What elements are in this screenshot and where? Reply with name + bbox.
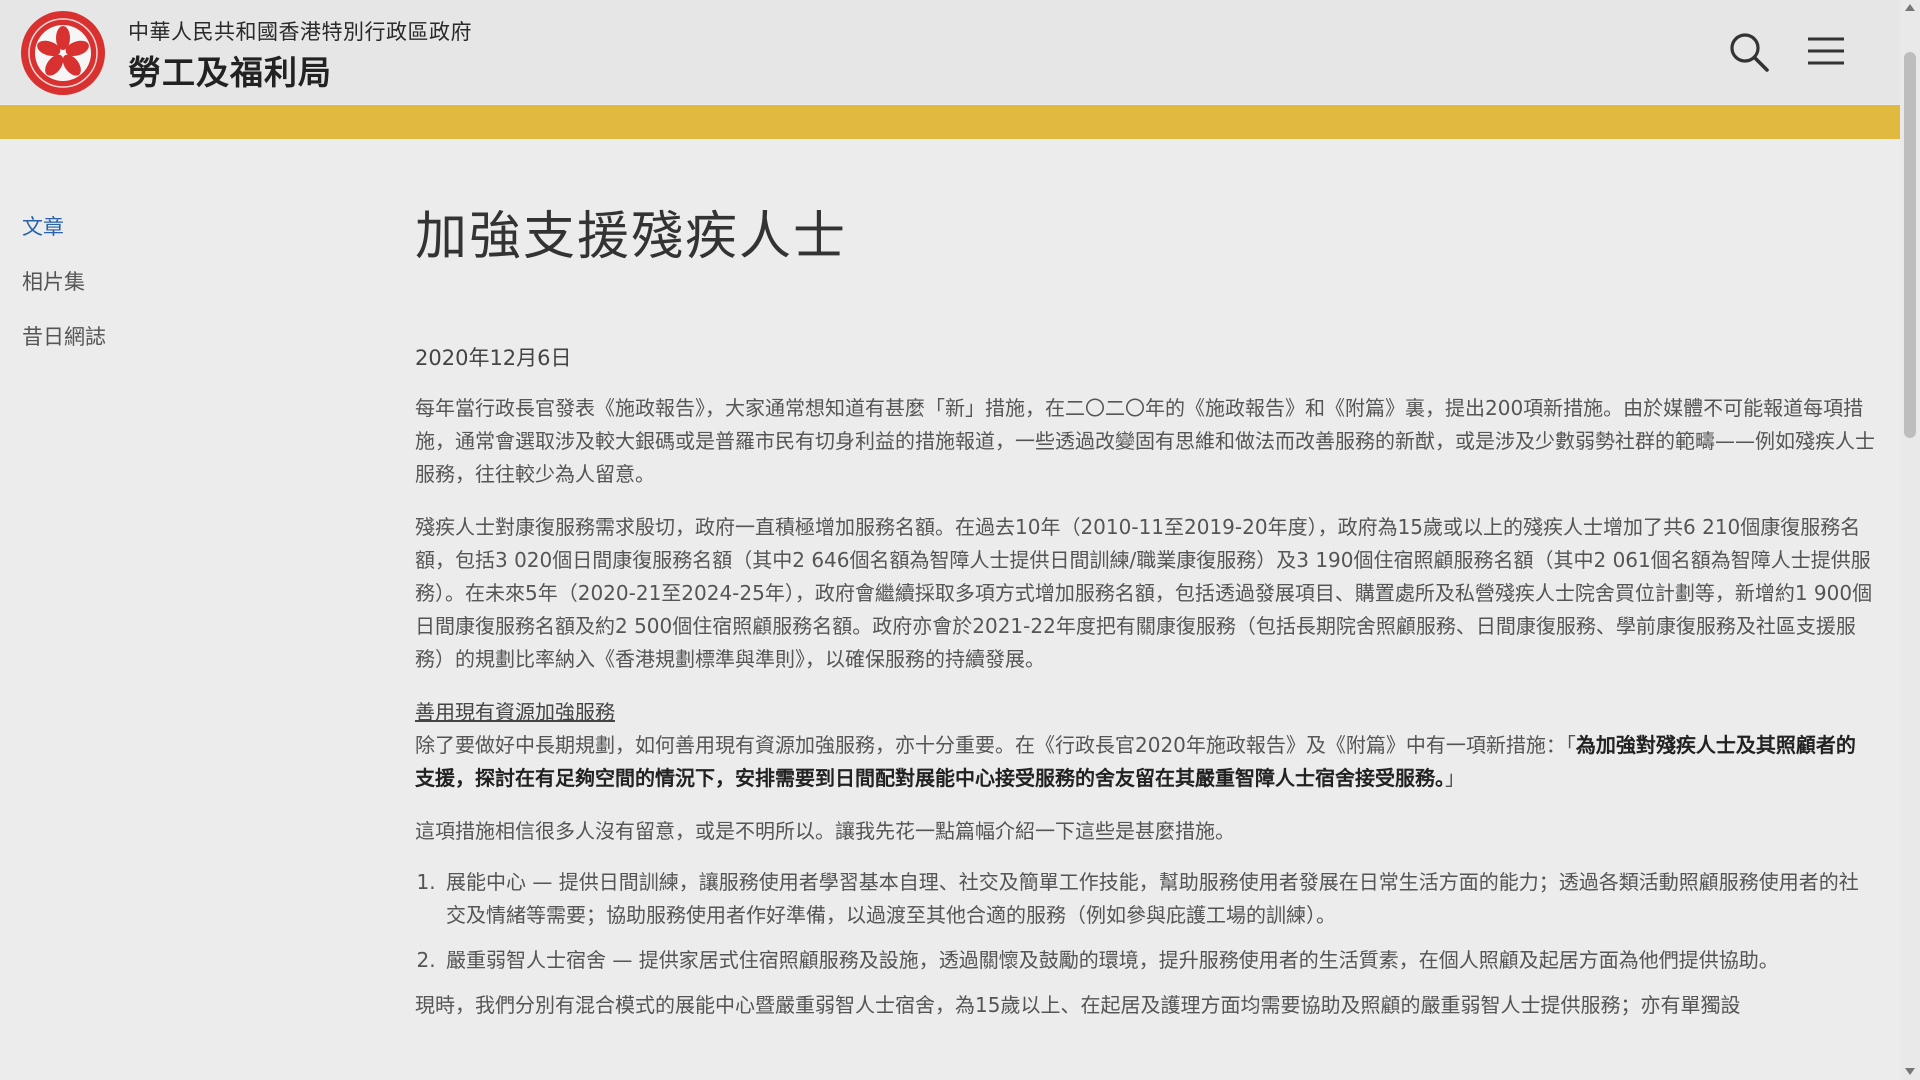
article-paragraph-2: 殘疾人士對康復服務需求殷切，政府一直積極增加服務名額。在過去10年（2010-1… <box>415 515 1873 671</box>
paragraph-3-text: 除了要做好中長期規劃，如何善用現有資源加強服務，亦十分重要。在《行政長官2020… <box>415 733 1576 757</box>
site-header: 中華人民共和國香港特別行政區政府 勞工及福利局 <box>0 0 1900 104</box>
article-title: 加強支援殘疾人士 <box>415 207 848 267</box>
paragraph-3-quote-end: 」 <box>1445 766 1465 790</box>
bureau-name[interactable]: 勞工及福利局 <box>128 46 332 94</box>
hamburger-menu-icon[interactable] <box>1804 30 1848 74</box>
section-subheading: 善用現有資源加強服務 <box>415 700 615 724</box>
search-icon[interactable] <box>1727 30 1771 74</box>
article-paragraph-4: 這項措施相信很多人沒有留意，或是不明所以。讓我先花一點篇幅介紹一下這些是甚麼措施… <box>415 819 1235 843</box>
government-name: 中華人民共和國香港特別行政區政府 <box>128 20 472 44</box>
service-list: 展能中心 — 提供日間訓練，讓服務使用者學習基本自理、社交及簡單工作技能，幫助服… <box>415 866 1875 977</box>
article-paragraph-3: 除了要做好中長期規劃，如何善用現有資源加強服務，亦十分重要。在《行政長官2020… <box>415 729 1875 795</box>
vertical-scrollbar[interactable] <box>1900 0 1920 1080</box>
scroll-down-icon[interactable] <box>1905 1068 1915 1075</box>
scroll-up-icon[interactable] <box>1905 4 1915 11</box>
article-content: 加強支援殘疾人士 2020年12月6日 每年當行政長官發表《施政報告》，大家通常… <box>415 200 1875 1022</box>
article-paragraph-1: 每年當行政長官發表《施政報告》，大家通常想知道有甚麼「新」措施，在二〇二〇年的《… <box>415 396 1875 486</box>
accent-bar <box>0 105 1900 139</box>
sidebar-item-photo-gallery[interactable]: 相片集 <box>22 271 106 293</box>
sidebar-item-articles[interactable]: 文章 <box>22 216 106 238</box>
list-item: 嚴重弱智人士宿舍 — 提供家居式住宿照顧服務及設施，透過關懷及鼓勵的環境，提升服… <box>442 944 1875 977</box>
article-date: 2020年12月6日 <box>415 346 572 370</box>
article-paragraph-5: 現時，我們分別有混合模式的展能中心暨嚴重弱智人士宿舍，為15歲以上、在起居及護理… <box>415 993 1741 1017</box>
hksar-emblem-icon[interactable] <box>20 10 106 96</box>
sidebar-nav: 文章 相片集 昔日網誌 <box>22 216 106 381</box>
sidebar-item-past-blogs[interactable]: 昔日網誌 <box>22 326 106 348</box>
scrollbar-thumb[interactable] <box>1904 52 1916 438</box>
list-item: 展能中心 — 提供日間訓練，讓服務使用者學習基本自理、社交及簡單工作技能，幫助服… <box>442 866 1875 932</box>
